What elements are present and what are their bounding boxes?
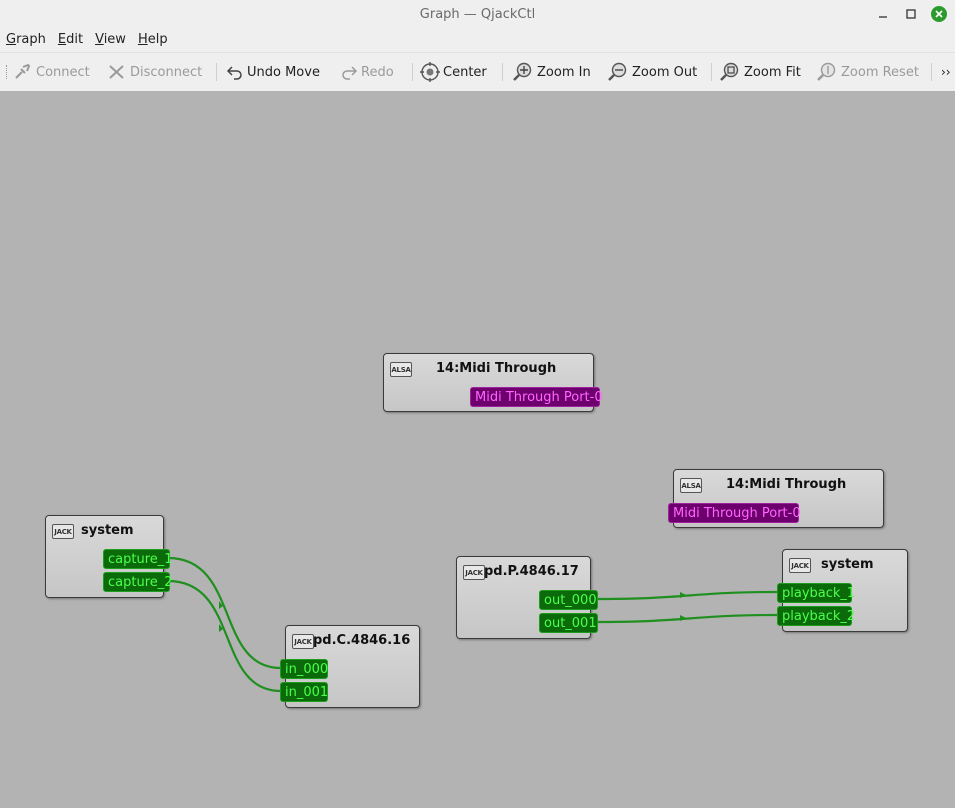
port-midi-through-port-0[interactable]: Midi Through Port-0 (470, 387, 603, 407)
graph-canvas[interactable] (0, 91, 955, 808)
alsa-icon: ALSA (680, 478, 702, 493)
port-capture-1[interactable]: capture_1 (103, 549, 173, 569)
jack-icon: JACK (292, 634, 314, 649)
undo-move-button[interactable]: Undo Move (226, 61, 320, 83)
port-out-000[interactable]: out_000 (539, 590, 598, 610)
toolbar-separator (711, 63, 712, 81)
close-icon[interactable] (925, 0, 953, 28)
toolbar-overflow-button[interactable]: ›› (941, 61, 951, 83)
port-playback-1[interactable]: playback_1 (777, 583, 855, 603)
minimize-icon[interactable] (869, 0, 897, 28)
zoom-out-icon (608, 62, 627, 81)
port-playback-2[interactable]: playback_2 (777, 606, 855, 626)
zoom-fit-icon (720, 62, 739, 81)
menu-edit[interactable]: Edit (52, 28, 89, 52)
menu-view[interactable]: View (89, 28, 132, 52)
center-button[interactable]: Center (420, 61, 487, 83)
toolbar-separator (216, 63, 217, 81)
zoom-in-icon (513, 62, 532, 81)
menu-help[interactable]: Help (132, 28, 174, 52)
node-title: pd.C.4846.16 (313, 633, 411, 648)
toolbar: Connect Disconnect Undo Move Redo Center… (0, 52, 955, 92)
node-pd-p[interactable]: JACK pd.P.4846.17 out_000 out_001 (456, 556, 598, 639)
connect-button[interactable]: Connect (13, 61, 90, 83)
disconnect-button[interactable]: Disconnect (107, 61, 202, 83)
toolbar-separator (412, 63, 413, 81)
zoom-in-button[interactable]: Zoom In (512, 61, 591, 83)
zoom-reset-button[interactable]: Zoom Reset (816, 61, 919, 83)
node-title: pd.P.4846.17 (484, 564, 579, 579)
port-out-001[interactable]: out_001 (539, 613, 598, 633)
node-system-capture[interactable]: JACK system capture_1 capture_2 (45, 515, 173, 598)
toolbar-separator (931, 63, 932, 81)
node-midi-through-2[interactable]: ALSA 14:Midi Through Midi Through Port-0 (668, 469, 884, 528)
zoom-fit-button[interactable]: Zoom Fit (719, 61, 801, 83)
connect-icon (15, 63, 31, 79)
jack-icon: JACK (52, 524, 74, 539)
node-system-playback[interactable]: JACK system playback_1 playback_2 (777, 549, 908, 632)
redo-icon (342, 66, 358, 80)
window-title: Graph — QjackCtl (419, 6, 536, 22)
port-in-000[interactable]: in_000 (280, 659, 328, 679)
node-title: 14:Midi Through (726, 477, 847, 492)
disconnect-icon (109, 65, 124, 79)
menu-bar: Graph Edit View Help (0, 28, 955, 52)
toolbar-grip[interactable] (6, 65, 9, 79)
redo-button[interactable]: Redo (340, 61, 394, 83)
menu-accelerator: H (137, 32, 148, 47)
menu-accelerator: V (95, 32, 104, 47)
node-title: system (821, 557, 874, 572)
center-icon (420, 62, 440, 82)
maximize-icon[interactable] (897, 0, 925, 28)
node-pd-c[interactable]: JACK pd.C.4846.16 in_000 in_001 (280, 625, 420, 708)
menu-accelerator: E (57, 32, 67, 47)
zoom-reset-icon (817, 62, 836, 81)
undo-icon (226, 66, 242, 80)
title-bar: Graph — QjackCtl (0, 0, 955, 28)
node-midi-through-1[interactable]: ALSA 14:Midi Through Midi Through Port-0 (383, 353, 603, 412)
port-in-001[interactable]: in_001 (280, 682, 328, 702)
jack-icon: JACK (789, 558, 811, 573)
node-title: 14:Midi Through (436, 361, 557, 376)
port-midi-through-port-0[interactable]: Midi Through Port-0 (668, 503, 801, 523)
jack-icon: JACK (463, 565, 485, 580)
toolbar-separator (502, 63, 503, 81)
menu-accelerator: G (6, 32, 17, 47)
alsa-icon: ALSA (390, 362, 412, 377)
menu-graph[interactable]: Graph (0, 28, 52, 52)
port-capture-2[interactable]: capture_2 (103, 572, 173, 592)
zoom-out-button[interactable]: Zoom Out (607, 61, 697, 83)
node-title: system (81, 523, 134, 538)
